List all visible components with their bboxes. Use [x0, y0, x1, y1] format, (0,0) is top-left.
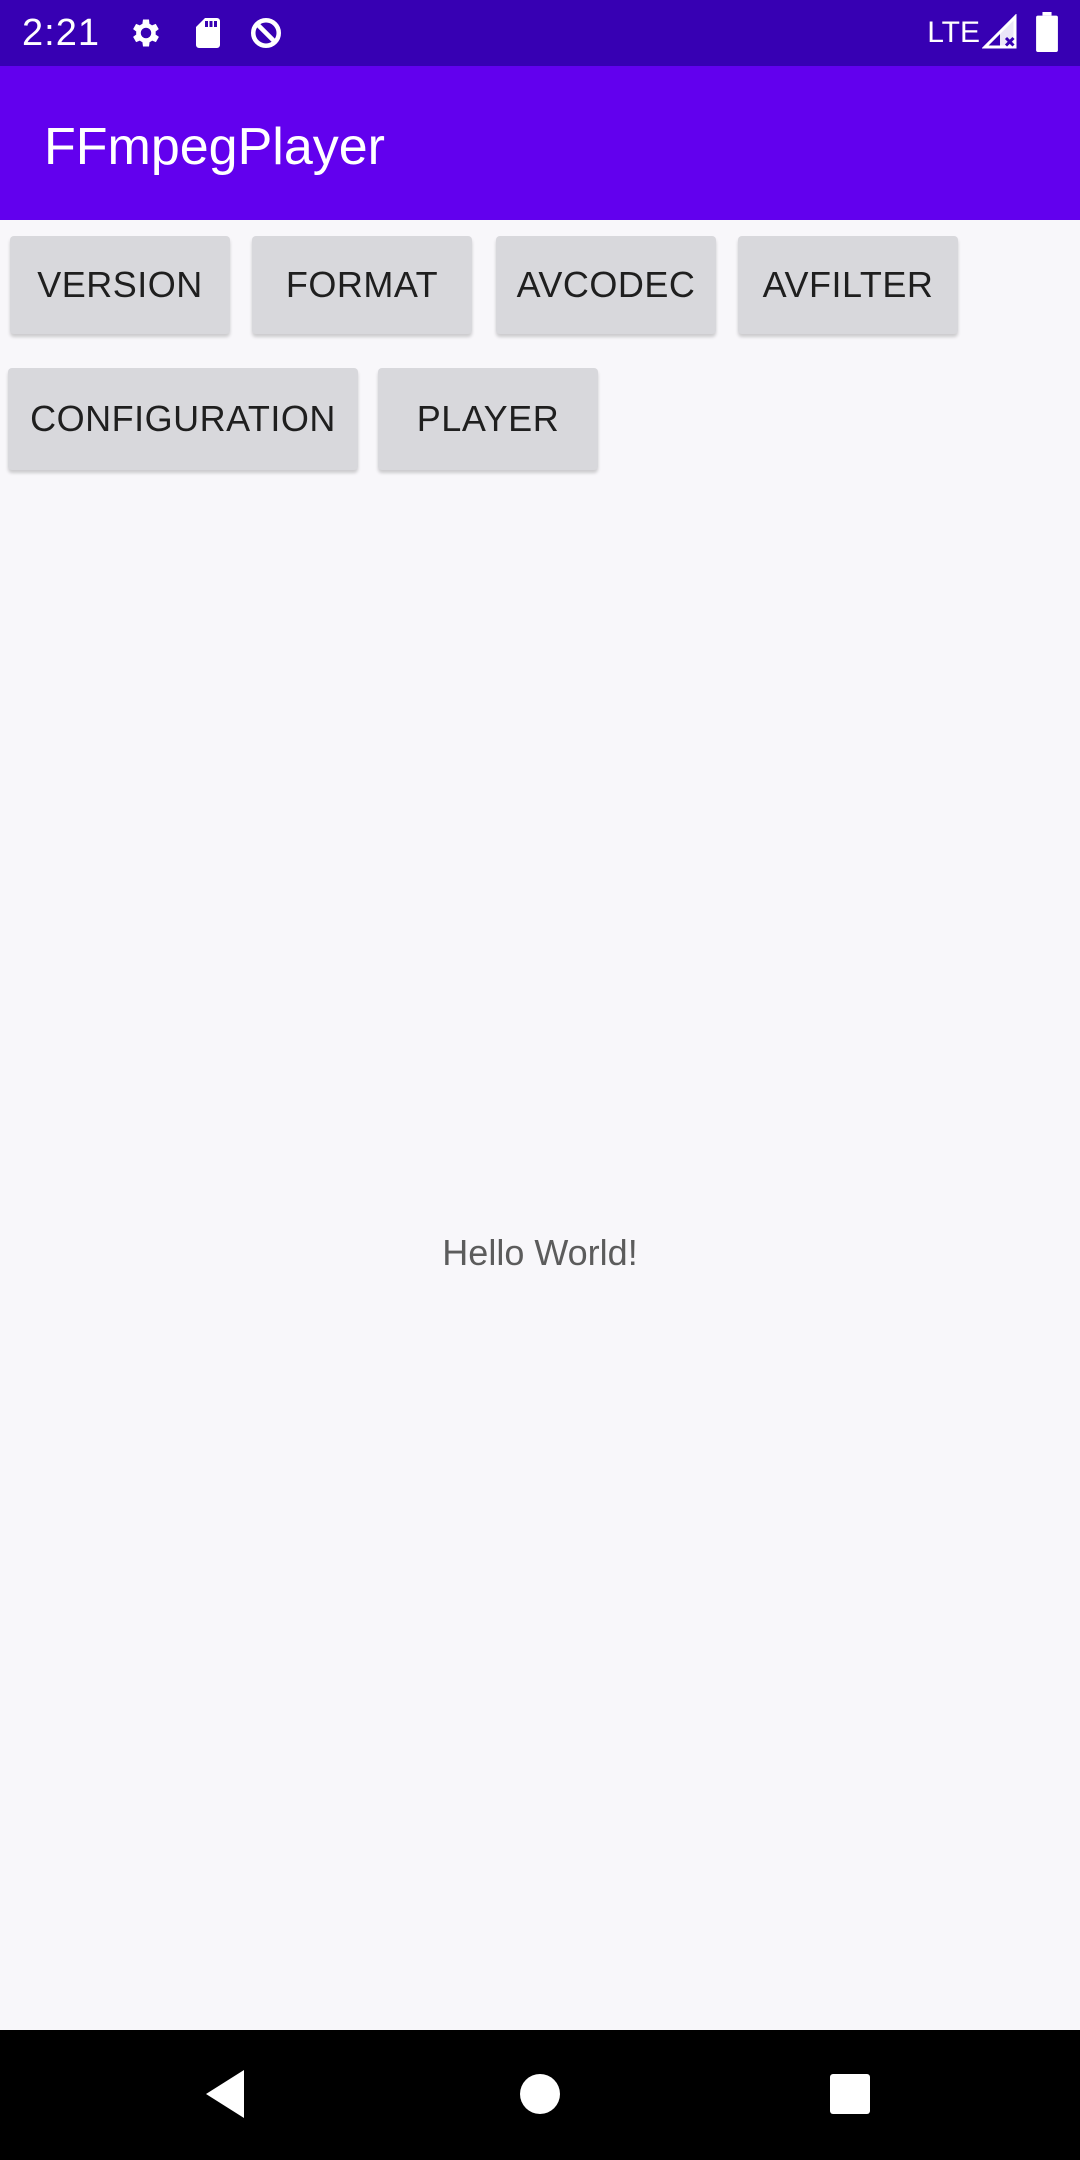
sd-card-icon	[196, 18, 220, 48]
gear-icon	[133, 19, 159, 47]
navigation-bar	[0, 2030, 1080, 2160]
battery-icon	[1036, 12, 1058, 52]
avcodec-button[interactable]: AVCODEC	[496, 236, 716, 334]
app-bar: FFmpegPlayer	[0, 66, 1080, 220]
player-button[interactable]: PLAYER	[378, 368, 598, 470]
status-time: 2:21	[22, 12, 100, 54]
configuration-button[interactable]: CONFIGURATION	[8, 368, 358, 470]
network-type: LTE	[927, 16, 980, 49]
avfilter-button[interactable]: AVFILTER	[738, 236, 958, 334]
home-icon[interactable]	[510, 2064, 570, 2124]
recents-icon[interactable]	[820, 2064, 880, 2124]
hello-message: Hello World!	[442, 1232, 638, 1273]
format-button[interactable]: FORMAT	[252, 236, 472, 334]
signal-icon	[982, 14, 1017, 49]
data-saver-icon	[251, 18, 281, 48]
app-title: FFmpegPlayer	[44, 118, 385, 176]
version-button[interactable]: VERSION	[10, 236, 230, 334]
status-bar: 2:21 LTE	[0, 0, 1080, 66]
back-icon[interactable]	[196, 2064, 256, 2124]
